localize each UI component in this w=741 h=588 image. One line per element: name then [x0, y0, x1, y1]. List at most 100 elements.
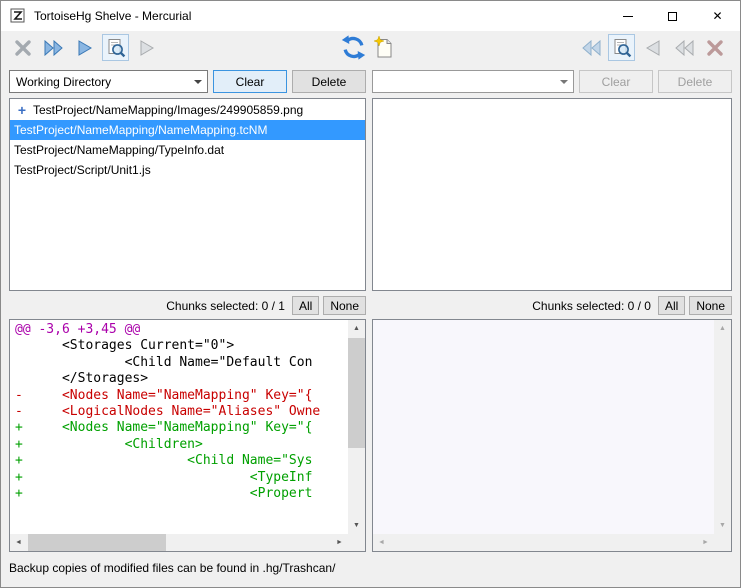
double-left-arrow-disabled-icon	[673, 40, 695, 56]
scroll-right-icon[interactable]: ►	[331, 534, 348, 551]
right-chunks-label: Chunks selected: 0 / 0	[532, 299, 651, 313]
chevron-down-icon	[560, 80, 568, 84]
tortoisehg-shelve-window: TortoiseHg Shelve - Mercurial ✕	[0, 0, 741, 588]
left-combobox-value: Working Directory	[16, 75, 111, 89]
left-all-button[interactable]: All	[292, 296, 319, 315]
right-clear-button[interactable]: Clear	[579, 70, 653, 93]
scroll-down-icon[interactable]: ▼	[348, 517, 365, 534]
move-selected-right-button[interactable]	[71, 34, 98, 61]
file-label: TestProject/Script/Unit1.js	[14, 163, 151, 177]
move-all-left-light-button[interactable]	[577, 34, 604, 61]
left-chunks-bar: Chunks selected: 0 / 1 All None	[9, 296, 366, 315]
move-all-left-disabled-button[interactable]	[670, 34, 697, 61]
scrollbar-thumb[interactable]	[348, 338, 365, 448]
abort-x-icon	[14, 39, 32, 57]
magnifier-file-icon	[612, 38, 632, 58]
file-row[interactable]: TestProject/NameMapping/TypeInfo.dat	[10, 140, 365, 160]
refresh-icon	[341, 35, 366, 60]
right-chunks-bar: Chunks selected: 0 / 0 All None	[372, 296, 732, 315]
filter-row: Working Directory Clear Delete Clear Del…	[9, 70, 732, 93]
scroll-left-icon[interactable]: ◄	[10, 534, 27, 551]
vertical-scrollbar[interactable]: ▲ ▼	[348, 320, 365, 534]
right-filter-half: Clear Delete	[372, 70, 732, 93]
left-clear-button[interactable]: Clear	[213, 70, 287, 93]
scrollbar-corner	[714, 534, 731, 551]
diff-context-line[interactable]: <Child Name="Default Con	[15, 355, 348, 371]
diff-context-line[interactable]: <Storages Current="0">	[15, 338, 348, 354]
scrollbar-corner	[348, 534, 365, 551]
new-file-icon	[374, 36, 394, 59]
horizontal-scrollbar[interactable]: ◄ ►	[373, 534, 714, 551]
scroll-up-icon[interactable]: ▲	[348, 320, 365, 337]
file-row-selected[interactable]: TestProject/NameMapping/NameMapping.tcNM	[10, 120, 365, 140]
close-icon: ✕	[712, 9, 722, 23]
move-right-disabled-button[interactable]	[133, 34, 160, 61]
scroll-right-icon[interactable]: ►	[697, 534, 714, 551]
right-shelf-combobox[interactable]	[372, 70, 574, 93]
maximize-icon	[668, 12, 677, 21]
diff-removed-line[interactable]: - <Nodes Name="NameMapping" Key="{	[15, 388, 348, 404]
diff-added-line[interactable]: + <TypeInf	[15, 470, 348, 486]
move-all-right-button[interactable]	[40, 34, 67, 61]
diff-added-line[interactable]: + <Nodes Name="NameMapping" Key="{	[15, 420, 348, 436]
right-arrow-icon	[76, 39, 94, 57]
maximize-button[interactable]	[650, 1, 695, 31]
abort-button[interactable]	[9, 34, 36, 61]
right-all-button[interactable]: All	[658, 296, 685, 315]
move-left-disabled-button[interactable]	[639, 34, 666, 61]
horizontal-scrollbar[interactable]: ◄ ►	[10, 534, 348, 551]
app-icon	[10, 8, 26, 24]
edit-right-file-button[interactable]	[608, 34, 635, 61]
minimize-icon	[623, 16, 633, 17]
diff-hunk-header[interactable]: @@ -3,6 +3,45 @@	[15, 322, 348, 338]
chevron-down-icon	[194, 80, 202, 84]
left-file-list[interactable]: + TestProject/NameMapping/Images/2499058…	[9, 98, 366, 291]
left-diff-panel: @@ -3,6 +3,45 @@ <Storages Current="0"> …	[9, 319, 366, 552]
new-shelf-button[interactable]	[371, 34, 398, 61]
delete-x-icon	[706, 39, 724, 57]
right-combobox-dropdown[interactable]	[555, 72, 572, 91]
minimize-button[interactable]	[605, 1, 650, 31]
edit-left-file-button[interactable]	[102, 34, 129, 61]
diff-removed-line[interactable]: - <LogicalNodes Name="Aliases" Owne	[15, 404, 348, 420]
right-arrow-disabled-icon	[138, 39, 156, 57]
left-combobox-dropdown[interactable]	[189, 72, 206, 91]
vertical-scrollbar[interactable]: ▲ ▼	[714, 320, 731, 534]
chunks-row: Chunks selected: 0 / 1 All None Chunks s…	[9, 296, 732, 315]
scrollbar-thumb[interactable]	[28, 534, 166, 551]
window-title: TortoiseHg Shelve - Mercurial	[34, 9, 605, 23]
left-none-button[interactable]: None	[323, 296, 366, 315]
diff-row: @@ -3,6 +3,45 @@ <Storages Current="0"> …	[9, 319, 732, 552]
left-arrow-disabled-icon	[644, 39, 662, 57]
left-diff-content[interactable]: @@ -3,6 +3,45 @@ <Storages Current="0"> …	[10, 320, 348, 534]
left-chunks-label: Chunks selected: 0 / 1	[166, 299, 285, 313]
right-diff-content[interactable]	[373, 320, 714, 534]
file-label: TestProject/NameMapping/Images/249905859…	[33, 103, 303, 117]
magnifier-file-icon	[106, 38, 126, 58]
diff-context-line[interactable]: </Storages>	[15, 371, 348, 387]
scroll-up-icon[interactable]: ▲	[714, 320, 731, 337]
right-file-list[interactable]	[372, 98, 732, 291]
left-shelf-combobox[interactable]: Working Directory	[9, 70, 208, 93]
added-status-icon: +	[14, 102, 30, 118]
delete-shelf-toolbar-button[interactable]	[701, 34, 728, 61]
left-delete-button[interactable]: Delete	[292, 70, 366, 93]
diff-added-line[interactable]: + <Children>	[15, 437, 348, 453]
refresh-button[interactable]	[340, 34, 367, 61]
file-label: TestProject/NameMapping/NameMapping.tcNM	[14, 123, 267, 137]
toolbar	[1, 31, 740, 64]
right-none-button[interactable]: None	[689, 296, 732, 315]
scroll-left-icon[interactable]: ◄	[373, 534, 390, 551]
file-row-added[interactable]: + TestProject/NameMapping/Images/2499058…	[10, 100, 365, 120]
double-left-arrow-light-icon	[580, 40, 602, 56]
close-button[interactable]: ✕	[695, 1, 740, 31]
diff-added-line[interactable]: + <Child Name="Sys	[15, 453, 348, 469]
scroll-down-icon[interactable]: ▼	[714, 517, 731, 534]
file-lists-row: + TestProject/NameMapping/Images/2499058…	[9, 98, 732, 291]
status-text: Backup copies of modified files can be f…	[9, 561, 335, 575]
file-row[interactable]: TestProject/Script/Unit1.js	[10, 160, 365, 180]
diff-added-line[interactable]: + <Propert	[15, 486, 348, 502]
status-bar: Backup copies of modified files can be f…	[1, 552, 740, 587]
right-diff-panel: ▲ ▼ ◄ ►	[372, 319, 732, 552]
right-delete-button[interactable]: Delete	[658, 70, 732, 93]
